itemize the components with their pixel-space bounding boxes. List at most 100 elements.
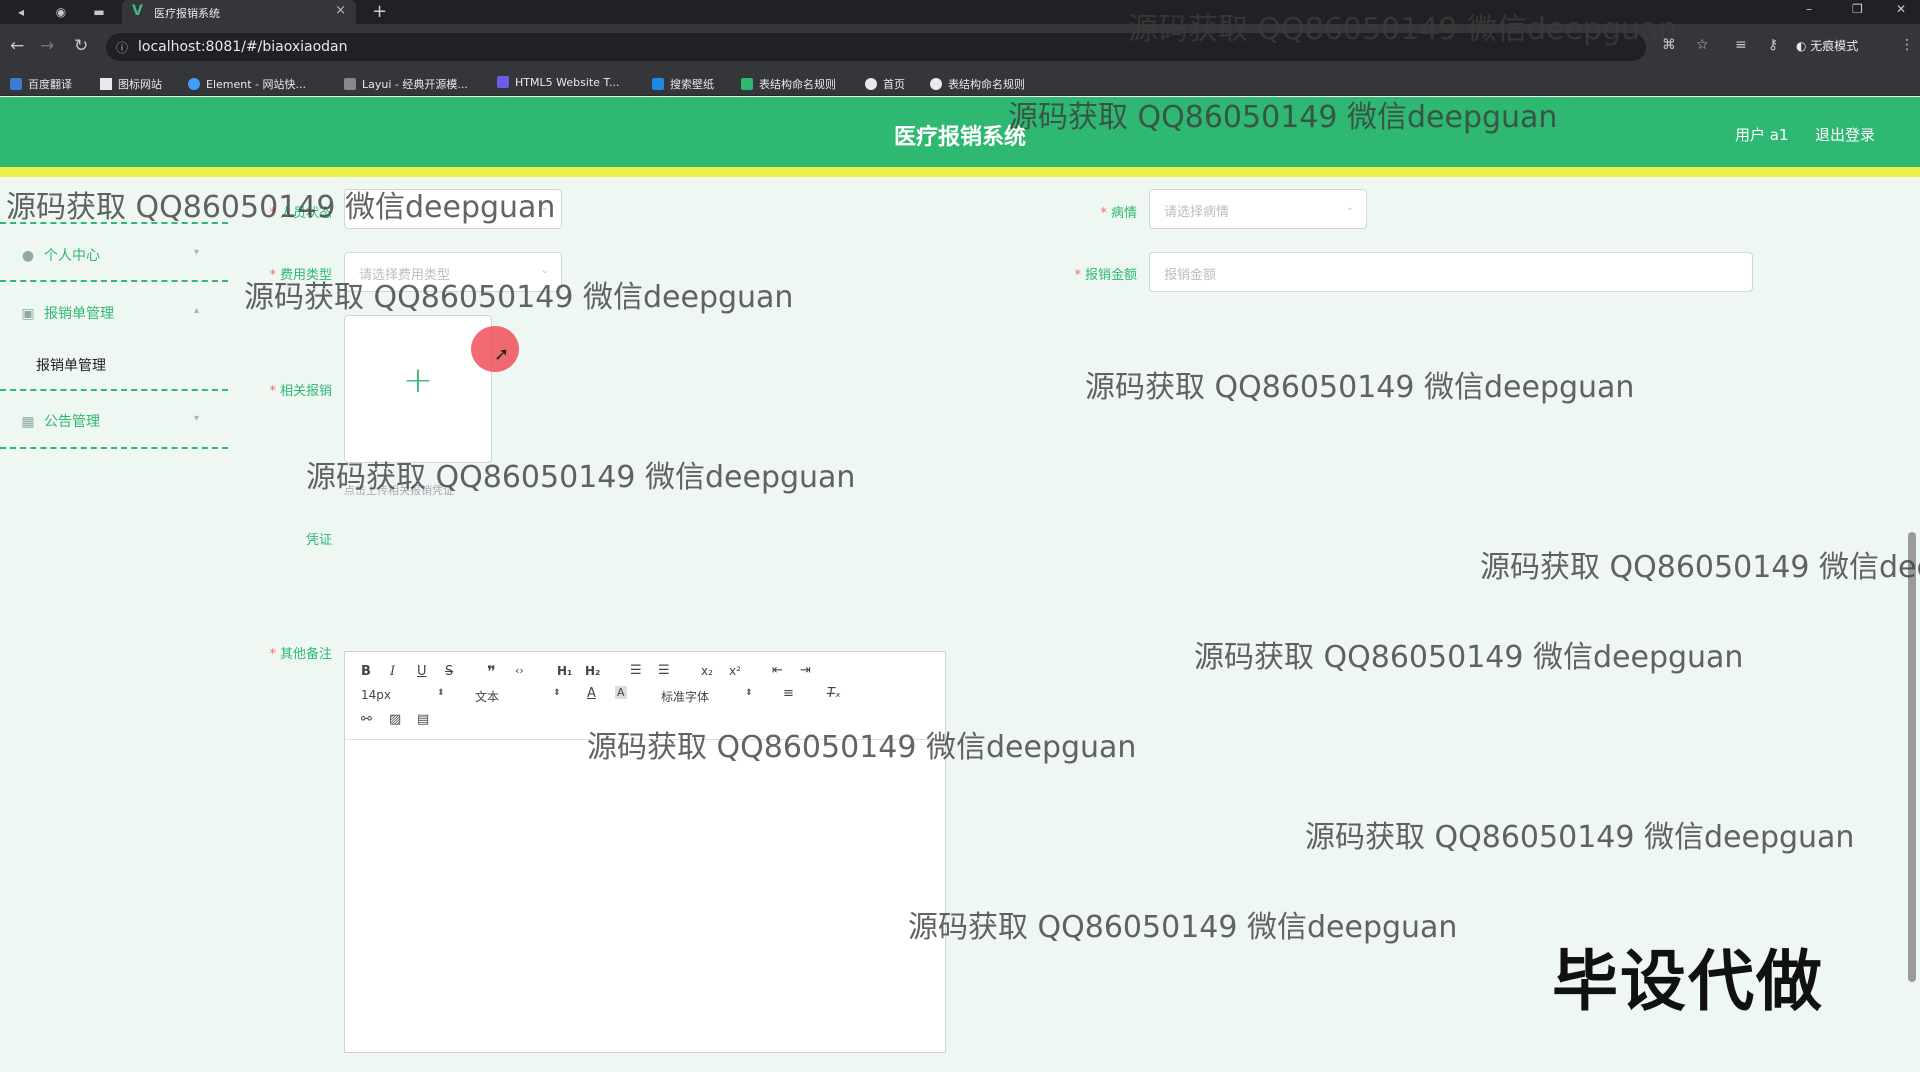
- forward-icon[interactable]: →: [40, 36, 54, 56]
- chevron-down-icon: ⌄: [1345, 202, 1354, 213]
- font-size-select[interactable]: 14px ⬍: [361, 688, 447, 702]
- ordered-list-icon[interactable]: ☰: [630, 663, 642, 678]
- watermark: 源码获取 QQ86050149 微信deepguan: [306, 460, 856, 495]
- strikethrough-icon[interactable]: S: [445, 664, 453, 679]
- sidebar-item-notice[interactable]: ▦ 公告管理: [20, 411, 100, 431]
- background-color-icon[interactable]: A: [615, 686, 627, 699]
- more-icon[interactable]: ⋮: [1900, 37, 1914, 53]
- bookmark-item[interactable]: 表结构命名规则: [741, 76, 836, 92]
- bookmark-label: Element - 网站快...: [206, 78, 306, 91]
- clear-format-icon[interactable]: T̶ₓ: [827, 686, 841, 701]
- bookmark-label: Layui - 经典开源模...: [362, 78, 468, 91]
- condition-label: * 病情: [1100, 206, 1137, 221]
- watermark: 源码获取 QQ86050149 微信deepguan: [1194, 640, 1744, 675]
- window-icon[interactable]: ▬: [90, 3, 108, 21]
- chevron-down-icon: ▾: [194, 247, 200, 258]
- bookmark-item[interactable]: 首页: [865, 76, 905, 92]
- back-icon[interactable]: ←: [10, 36, 24, 56]
- bookmark-label: HTML5 Website T...: [515, 76, 620, 89]
- superscript-icon[interactable]: x²: [729, 664, 741, 678]
- bookmark-label: 图标网站: [118, 78, 162, 91]
- bullet-list-icon[interactable]: ☰: [658, 663, 670, 678]
- bookmark-item[interactable]: 表结构命名规则: [930, 76, 1025, 92]
- restore-icon[interactable]: ❐: [1852, 2, 1863, 16]
- font-color-icon[interactable]: A: [587, 686, 596, 701]
- bookmark-item[interactable]: 百度翻译: [10, 76, 72, 92]
- watermark: 源码获取 QQ86050149 微信deepguan: [6, 190, 556, 225]
- bookmark-item[interactable]: Element - 网站快...: [188, 76, 306, 92]
- font-family-select[interactable]: 标准字体 ⬍: [661, 688, 753, 705]
- info-icon[interactable]: ⓘ: [116, 39, 128, 56]
- app-title: 医疗报销系统: [893, 125, 1026, 150]
- paragraph-select[interactable]: 文本 ⬍: [475, 688, 561, 705]
- bookmark-star-icon[interactable]: ☆: [1696, 37, 1709, 53]
- reload-icon[interactable]: ↻: [74, 36, 88, 56]
- bookmark-item[interactable]: Layui - 经典开源模...: [344, 76, 468, 92]
- sidebar-item-label: 个人中心: [44, 248, 100, 264]
- indent-icon[interactable]: ⇥: [800, 663, 811, 678]
- minimize-icon[interactable]: –: [1806, 2, 1812, 16]
- paragraph-value: 文本: [475, 690, 500, 704]
- tab-title: 医疗报销系统: [154, 7, 220, 20]
- remark-label: * 其他备注: [269, 647, 332, 662]
- bold-icon[interactable]: B: [361, 664, 371, 679]
- heading1-icon[interactable]: H₁: [557, 664, 572, 678]
- header-accent-bar: [0, 167, 1920, 177]
- app-header: 医疗报销系统 用户 a1 退出登录: [0, 97, 1920, 167]
- condition-select[interactable]: 请选择病情 ⌄: [1149, 189, 1367, 229]
- heading2-icon[interactable]: H₂: [585, 664, 600, 678]
- watermark: 源码获取 QQ86050149 微信deepguan: [244, 280, 794, 315]
- rich-text-editor[interactable]: B I U S ❞ ‹› H₁ H₂ ☰ ☰ x₂ x² ⇤ ⇥ 14px ⬍ 文…: [344, 651, 946, 1053]
- voucher-label: 凭证: [305, 533, 332, 548]
- page-scrollbar[interactable]: [1908, 532, 1916, 982]
- window-close-icon[interactable]: ✕: [1896, 2, 1906, 16]
- condition-placeholder: 请选择病情: [1164, 205, 1230, 220]
- globe-icon[interactable]: ◉: [52, 3, 70, 21]
- font-family-value: 标准字体: [661, 690, 710, 704]
- key-icon[interactable]: ⚷: [1768, 37, 1778, 53]
- sidebar-item-profile[interactable]: ● 个人中心: [20, 245, 100, 265]
- new-tab-icon[interactable]: +: [372, 1, 387, 22]
- video-icon[interactable]: ▤: [417, 712, 429, 727]
- upload-label: * 相关报销: [269, 384, 332, 399]
- bookmark-label: 表结构命名规则: [759, 78, 836, 91]
- bookmark-item[interactable]: HTML5 Website T...: [497, 76, 619, 89]
- bookmark-item[interactable]: 图标网站: [100, 76, 162, 92]
- reading-list-icon[interactable]: ≡: [1735, 37, 1747, 53]
- logout-link[interactable]: 退出登录: [1815, 124, 1875, 145]
- align-icon[interactable]: ≡: [783, 686, 794, 701]
- user-name[interactable]: 用户 a1: [1735, 124, 1789, 145]
- incognito-label: 无痕模式: [1810, 39, 1859, 53]
- underline-icon[interactable]: U: [417, 664, 427, 679]
- image-icon[interactable]: ▨: [389, 712, 401, 727]
- close-tab-icon[interactable]: ×: [335, 3, 346, 18]
- menu-divider: [0, 389, 228, 391]
- incognito-icon: ◐: [1796, 39, 1811, 53]
- menu-divider: [0, 447, 228, 449]
- watermark: 源码获取 QQ86050149 微信deepguan: [1128, 12, 1678, 47]
- sidebar-item-label: 报销单管理: [44, 306, 114, 322]
- bookmark-label: 搜索壁纸: [670, 78, 714, 91]
- bookmark-item[interactable]: 搜索壁纸: [652, 76, 714, 92]
- sidebar-subitem-reimbursement[interactable]: 报销单管理: [36, 355, 106, 375]
- amount-placeholder: 报销金额: [1164, 268, 1217, 283]
- mouse-cursor-icon: ➚: [494, 344, 510, 365]
- sidebar-item-reimbursement[interactable]: ▣ 报销单管理: [20, 303, 114, 323]
- outdent-icon[interactable]: ⇤: [772, 663, 783, 678]
- link-icon[interactable]: ⚯: [361, 712, 372, 727]
- incognito-badge[interactable]: ◐ 无痕模式: [1796, 37, 1858, 54]
- blockquote-icon[interactable]: ❞: [487, 662, 496, 681]
- watermark: 源码获取 QQ86050149 微信deepguan: [587, 730, 1137, 765]
- subscript-icon[interactable]: x₂: [701, 664, 713, 678]
- bookmarks-bar: 百度翻译 图标网站 Element - 网站快... Layui - 经典开源模…: [0, 70, 1920, 96]
- bookmark-label: 首页: [883, 78, 905, 91]
- italic-icon[interactable]: I: [390, 664, 395, 679]
- url-text: localhost:8081/#/biaoxiaodan: [138, 39, 348, 55]
- amount-input[interactable]: 报销金额: [1149, 252, 1753, 292]
- code-icon[interactable]: ‹›: [515, 664, 524, 677]
- select-arrows-icon: ⬍: [553, 688, 561, 698]
- audio-icon[interactable]: ◂: [12, 3, 30, 21]
- browser-tab[interactable]: V 医疗报销系统 ×: [122, 0, 356, 24]
- upload-box[interactable]: +: [344, 315, 492, 463]
- watermark: 源码获取 QQ86050149 微信dee: [1480, 550, 1920, 585]
